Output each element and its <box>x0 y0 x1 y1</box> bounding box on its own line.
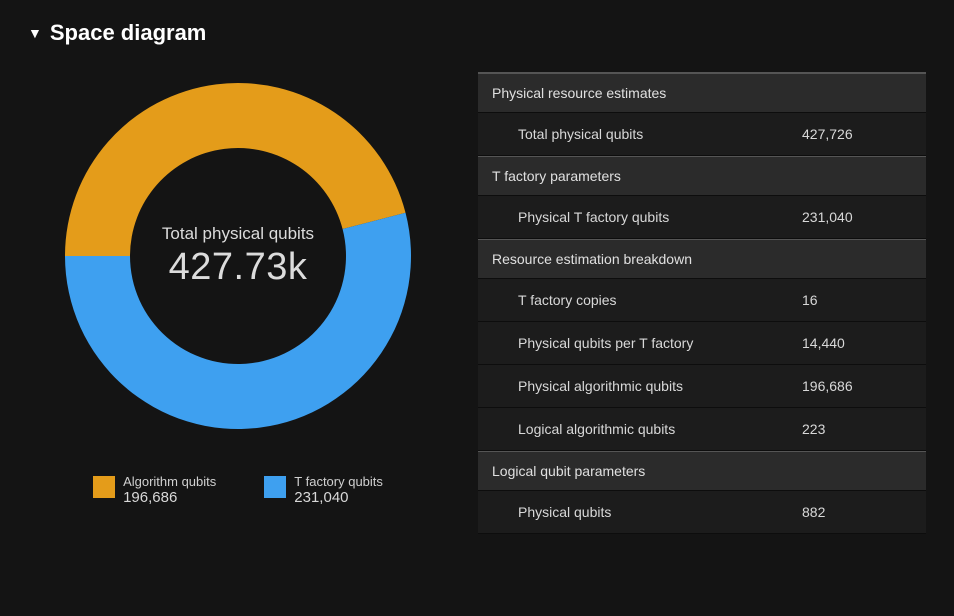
row-value: 196,686 <box>802 378 912 394</box>
legend-value: 196,686 <box>123 489 216 506</box>
row-value: 16 <box>802 292 912 308</box>
row-value: 427,726 <box>802 126 912 142</box>
table-section-header[interactable]: Resource estimation breakdown <box>478 239 926 279</box>
legend-label: T factory qubits <box>294 474 383 489</box>
legend-swatch <box>93 476 115 498</box>
row-value: 231,040 <box>802 209 912 225</box>
table-section-header[interactable]: Physical resource estimates <box>478 73 926 113</box>
table-row[interactable]: Physical qubits per T factory14,440 <box>478 322 926 365</box>
legend-text: Algorithm qubits196,686 <box>123 474 216 506</box>
panel-title: Space diagram <box>50 20 207 46</box>
chart-legend: Algorithm qubits196,686 T factory qubits2… <box>93 474 383 506</box>
panel-content: Total physical qubits 427.73k Algorithm … <box>28 66 926 534</box>
stats-table: Physical resource estimatesTotal physica… <box>478 66 926 534</box>
legend-item[interactable]: T factory qubits231,040 <box>264 474 383 506</box>
legend-value: 231,040 <box>294 489 383 506</box>
row-key: Physical algorithmic qubits <box>518 378 802 394</box>
row-value: 223 <box>802 421 912 437</box>
row-value: 14,440 <box>802 335 912 351</box>
donut-chart: Total physical qubits 427.73k <box>48 66 428 446</box>
row-key: Physical qubits per T factory <box>518 335 802 351</box>
legend-label: Algorithm qubits <box>123 474 216 489</box>
table-row[interactable]: Physical algorithmic qubits196,686 <box>478 365 926 408</box>
donut-svg <box>48 66 428 446</box>
table-row[interactable]: Physical qubits882 <box>478 491 926 534</box>
legend-swatch <box>264 476 286 498</box>
row-key: Physical T factory qubits <box>518 209 802 225</box>
table-row[interactable]: Physical T factory qubits231,040 <box>478 196 926 239</box>
panel-header[interactable]: ▼ Space diagram <box>28 20 926 46</box>
chevron-down-icon: ▼ <box>28 26 42 40</box>
row-key: T factory copies <box>518 292 802 308</box>
row-value: 882 <box>802 504 912 520</box>
table-row[interactable]: T factory copies16 <box>478 279 926 322</box>
table-section-header[interactable]: Logical qubit parameters <box>478 451 926 491</box>
table-section-header[interactable]: T factory parameters <box>478 156 926 196</box>
legend-text: T factory qubits231,040 <box>294 474 383 506</box>
legend-item[interactable]: Algorithm qubits196,686 <box>93 474 216 506</box>
row-key: Physical qubits <box>518 504 802 520</box>
row-key: Total physical qubits <box>518 126 802 142</box>
space-diagram-panel: ▼ Space diagram Total physical qubits 42… <box>0 0 954 616</box>
table-row[interactable]: Total physical qubits427,726 <box>478 113 926 156</box>
row-key: Logical algorithmic qubits <box>518 421 802 437</box>
table-row[interactable]: Logical algorithmic qubits223 <box>478 408 926 451</box>
chart-column: Total physical qubits 427.73k Algorithm … <box>28 66 448 506</box>
